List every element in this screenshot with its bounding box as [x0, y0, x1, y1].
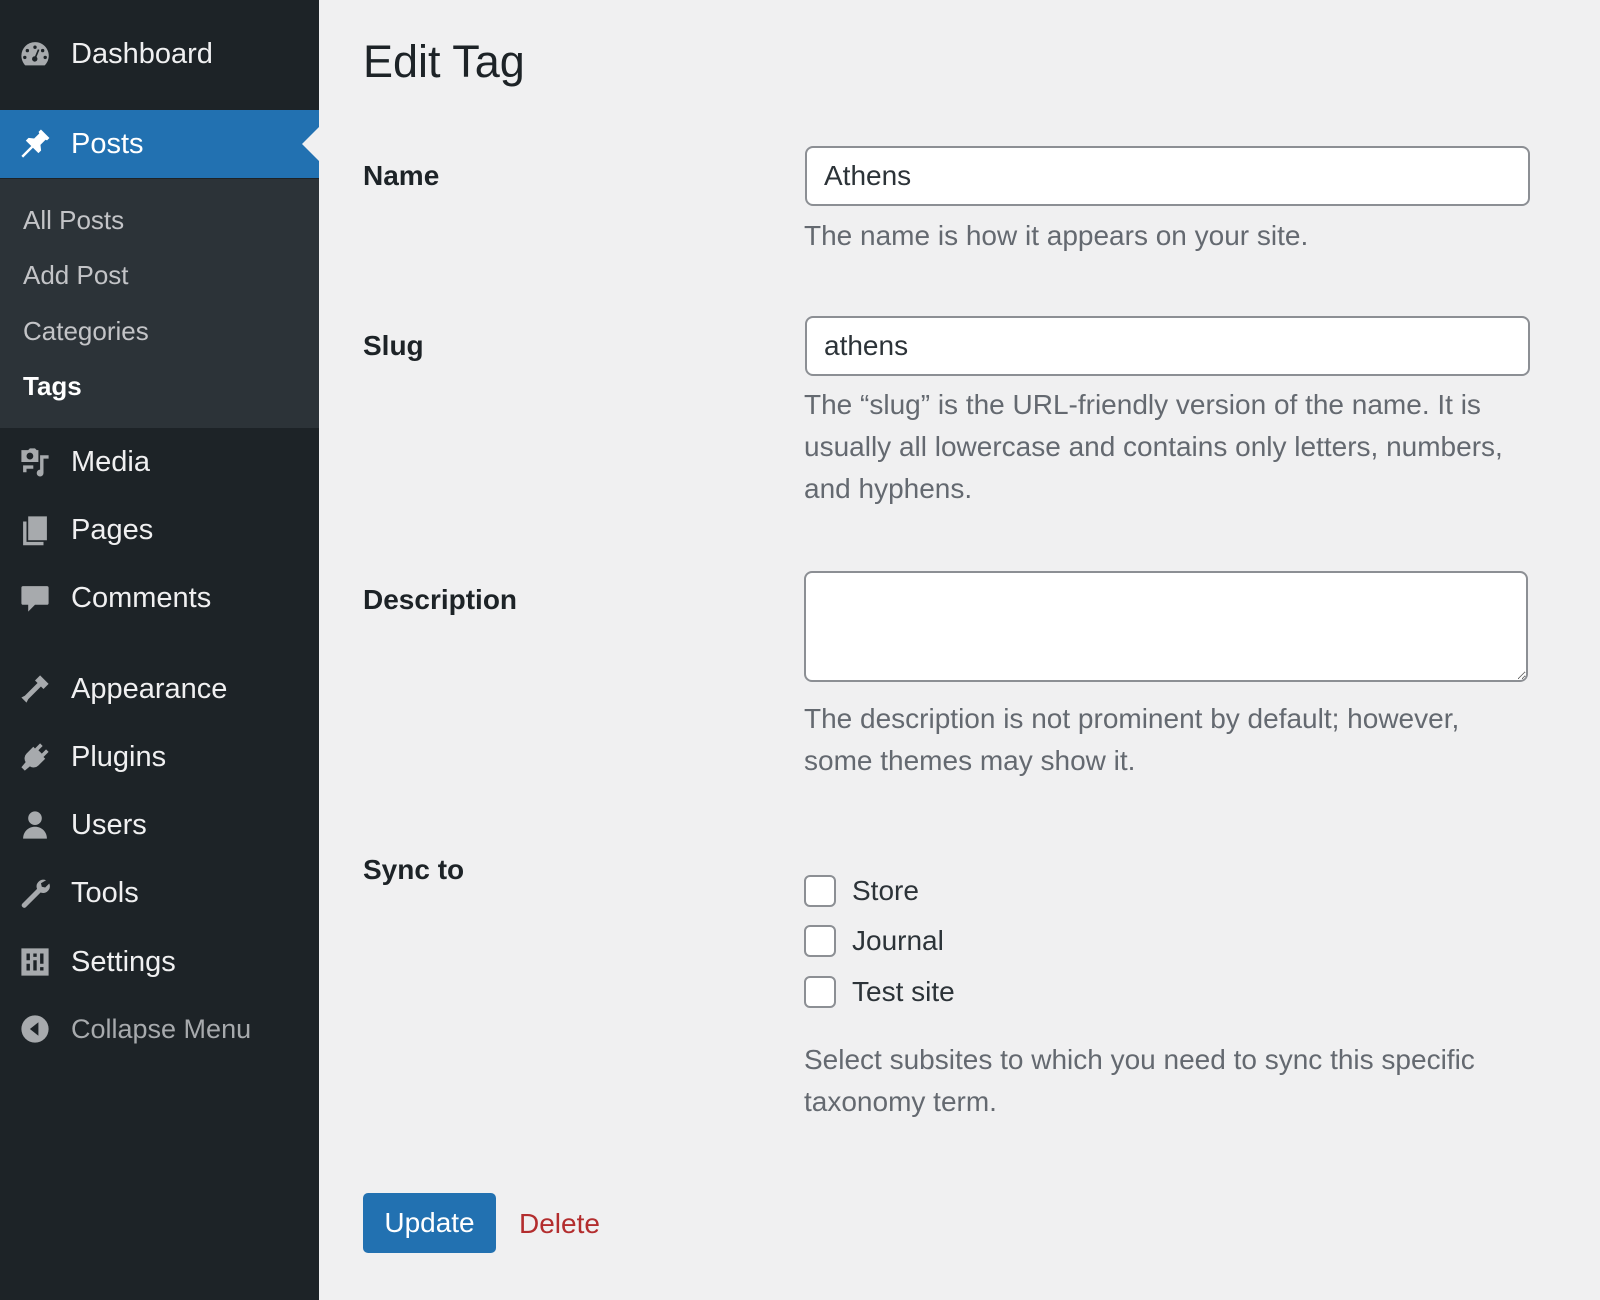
tools-icon: [17, 875, 53, 911]
description-textarea[interactable]: [804, 571, 1528, 682]
journal-checkbox[interactable]: [804, 925, 836, 957]
sync-option-journal[interactable]: Journal: [804, 924, 944, 958]
name-input[interactable]: [805, 146, 1530, 206]
sidebar-item-label: Posts: [71, 127, 144, 160]
sidebar-item-pages[interactable]: Pages: [0, 496, 319, 564]
submenu-item-tags[interactable]: Tags: [23, 371, 82, 402]
sidebar-item-label: Pages: [71, 513, 154, 546]
sidebar-item-posts[interactable]: Posts: [0, 110, 319, 178]
sidebar-item-label: Appearance: [71, 672, 228, 705]
sidebar-item-media[interactable]: Media: [0, 428, 319, 496]
name-label: Name: [363, 160, 440, 191]
update-button[interactable]: Update: [363, 1193, 496, 1253]
sidebar-item-label: Dashboard: [71, 37, 213, 70]
checkbox-label: Test site: [852, 976, 955, 1007]
sidebar-item-plugins[interactable]: Plugins: [0, 723, 319, 791]
sidebar-item-label: Comments: [71, 581, 212, 614]
sidebar-item-label: Plugins: [71, 740, 167, 773]
sidebar-item-appearance[interactable]: Appearance: [0, 655, 319, 723]
sidebar-item-label: Users: [71, 808, 147, 841]
main-content: Edit Tag Name The name is how it appears…: [319, 0, 1600, 1300]
page-title: Edit Tag: [363, 36, 525, 87]
submenu-item-add-post[interactable]: Add Post: [23, 260, 129, 291]
pages-icon: [17, 512, 53, 548]
slug-help-text: The “slug” is the URL-friendly version o…: [804, 389, 1503, 504]
media-icon: [17, 444, 53, 480]
sync-help-text: Select subsites to which you need to syn…: [804, 1044, 1475, 1117]
comments-icon: [17, 580, 53, 616]
description-help-text: The description is not prominent by defa…: [804, 703, 1460, 776]
sidebar-item-label: Collapse Menu: [71, 1013, 252, 1044]
slug-input[interactable]: [805, 316, 1530, 376]
admin-sidebar: Dashboard Posts All Posts Add Post Categ…: [0, 0, 319, 1300]
dashboard-icon: [17, 36, 53, 72]
users-icon: [17, 807, 53, 843]
sidebar-item-users[interactable]: Users: [0, 791, 319, 859]
delete-link[interactable]: Delete: [519, 1208, 600, 1240]
posts-submenu: All Posts Add Post Categories Tags: [0, 179, 319, 428]
checkbox-label: Store: [852, 875, 919, 906]
collapse-icon: [17, 1011, 53, 1047]
name-help-text: The name is how it appears on your site.: [804, 220, 1309, 251]
plugins-icon: [17, 739, 53, 775]
sync-option-test-site[interactable]: Test site: [804, 975, 955, 1009]
submenu-item-all-posts[interactable]: All Posts: [23, 205, 124, 236]
sync-option-store[interactable]: Store: [804, 874, 919, 908]
pin-icon: [17, 126, 53, 162]
sidebar-item-label: Media: [71, 445, 150, 478]
description-label: Description: [363, 584, 518, 615]
sidebar-item-tools[interactable]: Tools: [0, 859, 319, 927]
submenu-item-categories[interactable]: Categories: [23, 316, 149, 347]
collapse-menu-button[interactable]: Collapse Menu: [0, 995, 319, 1063]
sidebar-item-dashboard[interactable]: Dashboard: [0, 20, 319, 88]
sidebar-item-label: Tools: [71, 876, 139, 909]
active-indicator: [302, 127, 319, 161]
appearance-icon: [17, 671, 53, 707]
sync-to-label: Sync to: [363, 854, 465, 885]
store-checkbox[interactable]: [804, 875, 836, 907]
sidebar-item-label: Settings: [71, 945, 176, 978]
sidebar-item-comments[interactable]: Comments: [0, 564, 319, 632]
sidebar-item-settings[interactable]: Settings: [0, 928, 319, 996]
test-site-checkbox[interactable]: [804, 976, 836, 1008]
slug-label: Slug: [363, 330, 424, 361]
settings-icon: [17, 944, 53, 980]
checkbox-label: Journal: [852, 925, 944, 956]
